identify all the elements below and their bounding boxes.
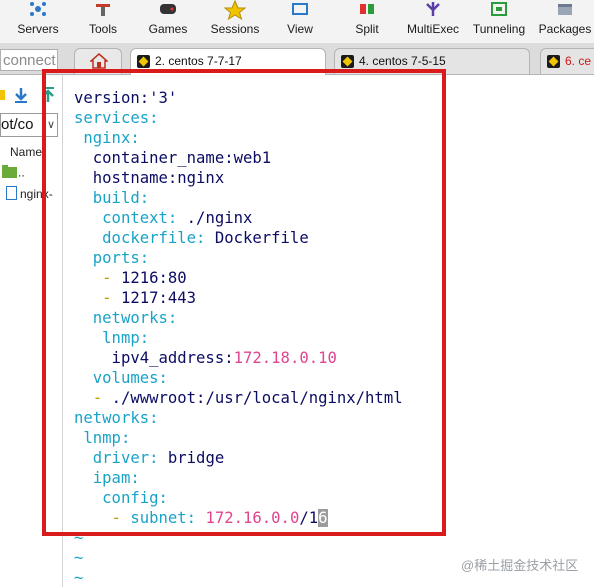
folder-up-icon[interactable] xyxy=(0,86,6,106)
quick-connect-input[interactable]: connect xyxy=(0,49,58,71)
multiexec-button[interactable]: MultiExec xyxy=(404,0,462,43)
name-column-header[interactable]: Name xyxy=(10,145,42,159)
terminal-tab-icon xyxy=(137,55,150,68)
games-label: Games xyxy=(148,22,188,36)
packages-label: Packages xyxy=(538,22,592,36)
multiexec-icon xyxy=(404,0,462,20)
servers-icon xyxy=(10,0,66,20)
tab-label: 2. centos 7-7-17 xyxy=(155,54,242,68)
games-button[interactable]: Games xyxy=(145,0,191,43)
code-line: ~ xyxy=(74,548,403,568)
split-label: Split xyxy=(355,22,379,36)
sessions-button[interactable]: Sessions xyxy=(206,0,264,43)
servers-button[interactable]: Servers xyxy=(10,0,66,43)
sessions-star-icon xyxy=(206,0,264,21)
tab-label: 6. ce xyxy=(565,54,592,68)
download-icon[interactable] xyxy=(13,86,29,108)
terminal-tab-icon xyxy=(341,55,354,68)
tunneling-button[interactable]: Tunneling xyxy=(468,0,530,43)
servers-label: Servers xyxy=(17,22,59,36)
split-button[interactable]: Split xyxy=(350,0,384,43)
code-token: ~ xyxy=(74,549,84,567)
tools-button[interactable]: Tools xyxy=(80,0,126,43)
view-label: View xyxy=(287,22,313,36)
code-token: ~ xyxy=(74,569,84,587)
view-button[interactable]: View xyxy=(282,0,318,43)
view-icon xyxy=(282,0,318,20)
sessions-label: Sessions xyxy=(210,22,260,36)
main-toolbar: Servers Tools Games Sessions View Split xyxy=(0,0,594,43)
multiexec-label: MultiExec xyxy=(406,22,459,36)
tab-centos-6[interactable]: 6. ce xyxy=(540,48,594,74)
parent-folder-icon xyxy=(2,165,18,182)
terminal-tab-icon xyxy=(547,55,560,68)
code-line: ~ xyxy=(74,568,403,588)
red-highlight-box xyxy=(42,69,446,536)
file-icon xyxy=(6,186,17,203)
packages-icon xyxy=(536,0,594,20)
tools-label: Tools xyxy=(88,22,117,36)
split-icon xyxy=(350,0,384,20)
tunneling-label: Tunneling xyxy=(472,22,526,36)
file-row-label: .. xyxy=(18,165,25,180)
file-row-parent[interactable]: .. xyxy=(0,165,25,182)
packages-button[interactable]: Packages xyxy=(536,0,594,43)
games-icon xyxy=(145,0,191,20)
watermark: @稀土掘金技术社区 xyxy=(461,558,579,573)
tunneling-icon xyxy=(468,0,530,20)
tab-label: 4. centos 7-5-15 xyxy=(359,54,446,68)
sftp-path-value: ot/co xyxy=(1,116,34,133)
tools-icon xyxy=(80,0,126,20)
